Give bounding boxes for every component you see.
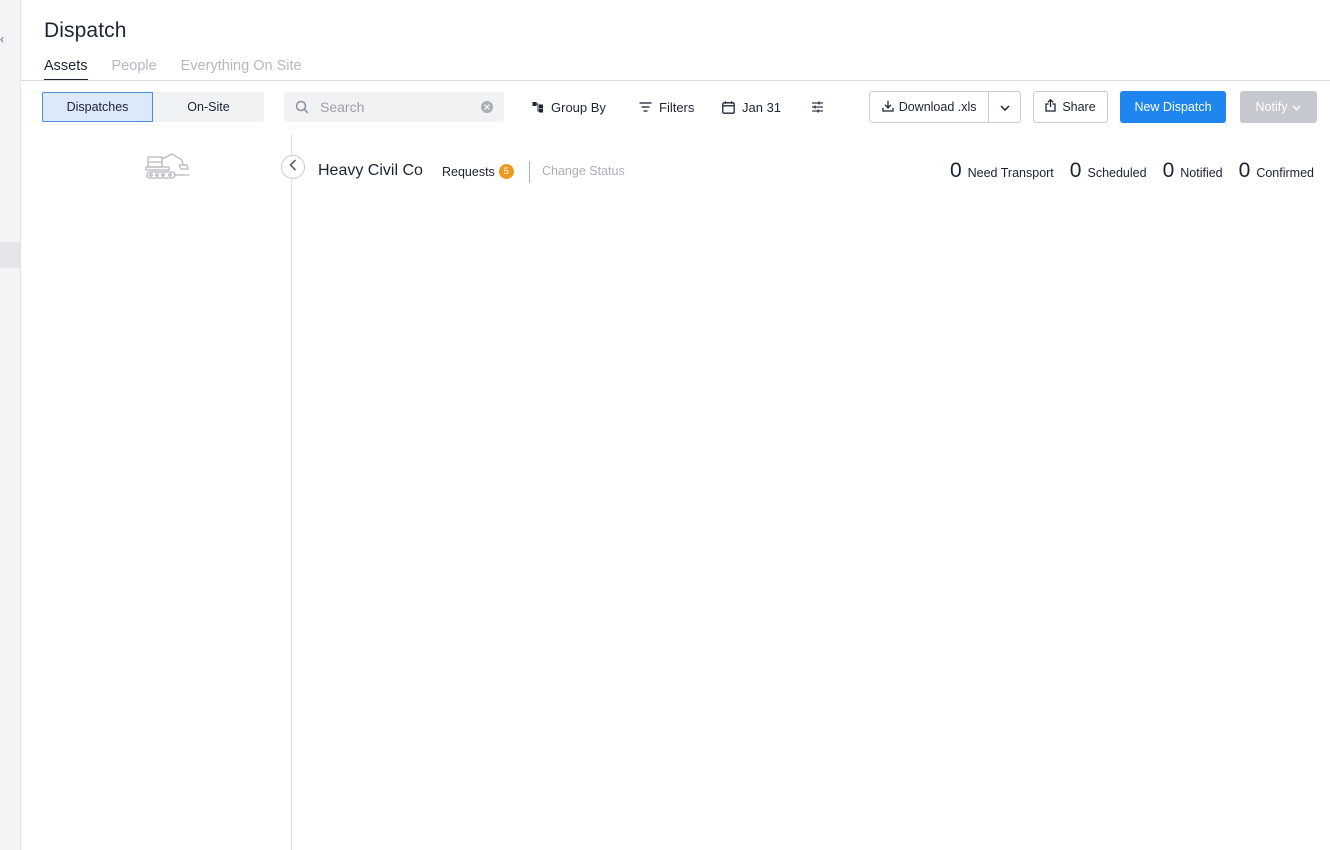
calendar-icon bbox=[722, 100, 735, 114]
search-input[interactable] bbox=[320, 97, 470, 117]
change-status-button[interactable]: Change Status bbox=[542, 164, 625, 178]
expand-sidebar-icon[interactable]: ‹ bbox=[0, 32, 4, 46]
stat-value: 0 bbox=[1238, 159, 1251, 182]
asset-list-pane bbox=[21, 134, 291, 850]
filters-button[interactable]: Filters bbox=[639, 92, 694, 122]
status-summary: 0 Need Transport 0 Scheduled 0 Notified … bbox=[950, 159, 1314, 183]
download-xls-button[interactable]: Download .xls bbox=[870, 92, 990, 122]
on-site-toggle-button[interactable]: On-Site bbox=[153, 92, 264, 122]
side-rail: ‹ bbox=[0, 0, 21, 850]
chevron-down-icon bbox=[1000, 98, 1010, 116]
chevron-left-icon bbox=[289, 158, 297, 176]
tab-people[interactable]: People bbox=[112, 58, 157, 81]
stat-notified[interactable]: 0 Notified bbox=[1163, 159, 1223, 183]
stat-label: Confirmed bbox=[1256, 166, 1314, 180]
date-label: Jan 31 bbox=[742, 99, 782, 115]
group-by-button[interactable]: Group By bbox=[532, 92, 606, 122]
stat-value: 0 bbox=[1069, 159, 1082, 182]
view-settings-button[interactable] bbox=[811, 92, 824, 122]
new-dispatch-button[interactable]: New Dispatch bbox=[1120, 91, 1226, 123]
excavator-icon bbox=[145, 151, 191, 186]
group-by-label: Group By bbox=[551, 99, 606, 115]
search-icon bbox=[295, 100, 309, 119]
download-label: Download .xls bbox=[898, 100, 977, 114]
requests-count-badge: 5 bbox=[498, 164, 514, 179]
view-toggle: Dispatches On-Site bbox=[42, 92, 264, 122]
download-options-button[interactable] bbox=[989, 92, 1020, 122]
requests-link[interactable]: Requests 5 bbox=[442, 164, 514, 179]
pane-divider[interactable] bbox=[291, 134, 292, 850]
search-box bbox=[284, 92, 504, 122]
stat-confirmed[interactable]: 0 Confirmed bbox=[1239, 159, 1314, 183]
share-label: Share bbox=[1062, 100, 1096, 114]
sliders-icon bbox=[811, 101, 824, 113]
stat-label: Need Transport bbox=[967, 166, 1054, 180]
download-icon bbox=[882, 100, 894, 115]
collapse-panel-button[interactable] bbox=[281, 155, 305, 179]
chevron-down-icon bbox=[1292, 100, 1301, 114]
notify-button[interactable]: Notify bbox=[1240, 91, 1317, 123]
requests-label: Requests bbox=[442, 164, 495, 179]
share-icon bbox=[1045, 98, 1056, 115]
page-title: Dispatch bbox=[44, 19, 127, 42]
header-divider bbox=[21, 80, 1330, 81]
dispatches-toggle-button[interactable]: Dispatches bbox=[42, 92, 153, 122]
stat-value: 0 bbox=[1162, 159, 1175, 182]
group-by-icon bbox=[532, 101, 544, 113]
tab-bar: Assets People Everything On Site bbox=[44, 58, 302, 81]
date-picker-button[interactable]: Jan 31 bbox=[722, 92, 781, 122]
share-button[interactable]: Share bbox=[1033, 91, 1108, 123]
stat-label: Notified bbox=[1180, 166, 1223, 180]
stat-need-transport[interactable]: 0 Need Transport bbox=[950, 159, 1054, 183]
tab-everything-on-site[interactable]: Everything On Site bbox=[181, 58, 302, 81]
filters-label: Filters bbox=[659, 99, 695, 115]
tab-assets[interactable]: Assets bbox=[44, 58, 88, 81]
notify-label: Notify bbox=[1255, 100, 1288, 114]
company-name: Heavy Civil Co bbox=[318, 162, 423, 179]
stat-label: Scheduled bbox=[1087, 166, 1147, 180]
stat-value: 0 bbox=[949, 159, 962, 182]
filter-icon bbox=[639, 102, 652, 112]
vertical-separator bbox=[529, 161, 530, 183]
stat-scheduled[interactable]: 0 Scheduled bbox=[1070, 159, 1147, 183]
download-button-group: Download .xls bbox=[869, 91, 1021, 123]
rail-active-item[interactable] bbox=[0, 242, 20, 268]
clear-search-icon[interactable] bbox=[481, 101, 493, 113]
